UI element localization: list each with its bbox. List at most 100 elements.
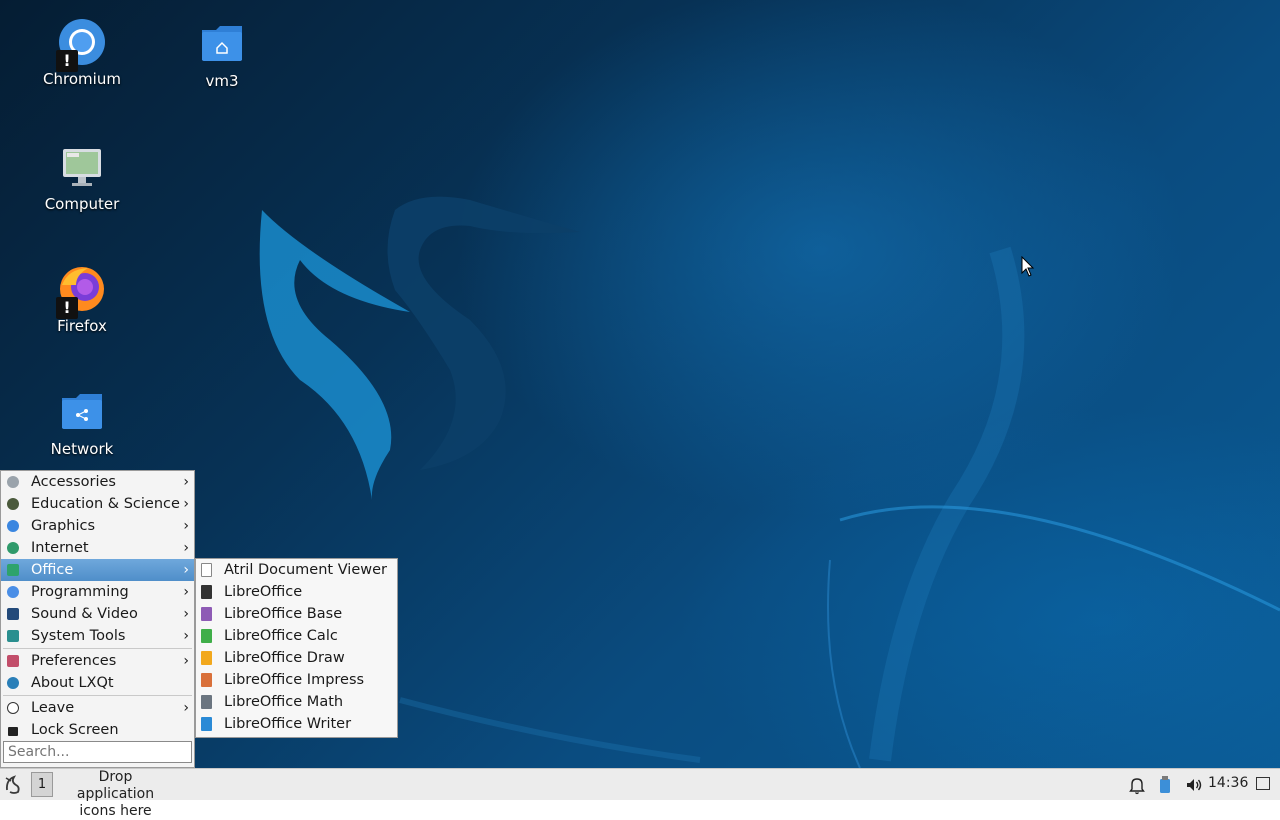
menu-item-label: Office bbox=[31, 562, 74, 578]
atril-icon bbox=[201, 563, 212, 577]
menu-item-label: About LXQt bbox=[31, 675, 114, 691]
office-submenu: Atril Document Viewer LibreOffice LibreO… bbox=[195, 558, 398, 738]
submenu-item-label: LibreOffice Base bbox=[224, 606, 343, 622]
menu-item-label: Leave bbox=[31, 700, 75, 716]
office-icon bbox=[7, 564, 19, 576]
desktop-icon-chromium[interactable]: ! Chromium bbox=[27, 18, 137, 88]
menu-item-office[interactable]: Office › bbox=[1, 559, 194, 581]
submenu-arrow-icon: › bbox=[183, 584, 189, 600]
menu-item-programming[interactable]: Programming › bbox=[1, 581, 194, 603]
quicklaunch-text-line2: icons here bbox=[79, 803, 152, 819]
education-icon bbox=[7, 498, 19, 510]
libreoffice-icon bbox=[201, 585, 212, 599]
menu-item-label: Accessories bbox=[31, 474, 116, 490]
accessories-icon bbox=[7, 476, 19, 488]
graphics-icon bbox=[7, 520, 19, 532]
libreoffice-draw-icon bbox=[201, 651, 212, 665]
menu-search-input[interactable] bbox=[3, 741, 192, 763]
notification-bell-icon[interactable] bbox=[1128, 774, 1146, 796]
submenu-item-libreoffice-writer[interactable]: LibreOffice Writer bbox=[196, 713, 397, 735]
submenu-item-label: LibreOffice bbox=[224, 584, 303, 600]
lxqt-start-menu-button[interactable] bbox=[2, 772, 26, 796]
taskbar: 1 Drop application icons here 14:36 bbox=[0, 768, 1280, 819]
quicklaunch-area[interactable]: Drop application icons here bbox=[58, 769, 173, 820]
menu-item-label: Preferences bbox=[31, 653, 117, 669]
submenu-arrow-icon: › bbox=[183, 540, 189, 556]
submenu-arrow-icon: › bbox=[183, 562, 189, 578]
libreoffice-calc-icon bbox=[201, 629, 212, 643]
preferences-icon bbox=[7, 655, 19, 667]
volume-icon[interactable] bbox=[1184, 774, 1204, 796]
submenu-item-libreoffice[interactable]: LibreOffice bbox=[196, 581, 397, 603]
desktop-icon-vm3[interactable]: vm3 bbox=[167, 20, 277, 90]
removable-media-icon[interactable] bbox=[1157, 774, 1173, 796]
submenu-item-label: LibreOffice Math bbox=[224, 694, 344, 710]
show-desktop-button[interactable] bbox=[1256, 777, 1270, 790]
submenu-item-atril[interactable]: Atril Document Viewer bbox=[196, 559, 397, 581]
submenu-arrow-icon: › bbox=[183, 496, 189, 512]
menu-item-label: Education & Science bbox=[31, 496, 180, 512]
lxqt-icon bbox=[7, 677, 19, 689]
menu-item-graphics[interactable]: Graphics › bbox=[1, 515, 194, 537]
home-folder-icon bbox=[198, 20, 246, 68]
desktop-icon-network[interactable]: Network bbox=[27, 388, 137, 458]
menu-item-about-lxqt[interactable]: About LXQt bbox=[1, 672, 194, 694]
submenu-arrow-icon: › bbox=[183, 628, 189, 644]
submenu-item-label: LibreOffice Impress bbox=[224, 672, 365, 688]
application-menu: Accessories › Education & Science › Grap… bbox=[0, 470, 195, 768]
libreoffice-writer-icon bbox=[201, 717, 212, 731]
desktop-icon-label: Chromium bbox=[43, 70, 121, 88]
submenu-item-libreoffice-math[interactable]: LibreOffice Math bbox=[196, 691, 397, 713]
menu-item-internet[interactable]: Internet › bbox=[1, 537, 194, 559]
submenu-arrow-icon: › bbox=[183, 474, 189, 490]
firefox-icon: ! bbox=[56, 265, 106, 319]
menu-item-label: System Tools bbox=[31, 628, 126, 644]
submenu-item-label: LibreOffice Writer bbox=[224, 716, 352, 732]
chromium-icon: ! bbox=[56, 18, 106, 72]
desktop-icon-label: Network bbox=[50, 440, 114, 458]
libreoffice-impress-icon bbox=[201, 673, 212, 687]
desktop-icon-label: Computer bbox=[44, 195, 120, 213]
menu-separator bbox=[3, 695, 192, 696]
submenu-item-libreoffice-draw[interactable]: LibreOffice Draw bbox=[196, 647, 397, 669]
menu-item-education-science[interactable]: Education & Science › bbox=[1, 493, 194, 515]
desktop-switch-button[interactable]: 1 bbox=[31, 772, 53, 797]
menu-item-preferences[interactable]: Preferences › bbox=[1, 650, 194, 672]
submenu-item-libreoffice-calc[interactable]: LibreOffice Calc bbox=[196, 625, 397, 647]
warning-badge: ! bbox=[56, 297, 78, 319]
internet-icon bbox=[7, 542, 19, 554]
menu-item-system-tools[interactable]: System Tools › bbox=[1, 625, 194, 647]
submenu-arrow-icon: › bbox=[183, 606, 189, 622]
menu-item-lock-screen[interactable]: Lock Screen bbox=[1, 719, 194, 741]
submenu-item-label: LibreOffice Draw bbox=[224, 650, 345, 666]
libreoffice-base-icon bbox=[201, 607, 212, 621]
menu-item-label: Programming bbox=[31, 584, 129, 600]
submenu-item-libreoffice-impress[interactable]: LibreOffice Impress bbox=[196, 669, 397, 691]
power-icon bbox=[7, 702, 19, 714]
desktop-icon-computer[interactable]: Computer bbox=[27, 143, 137, 213]
lock-icon bbox=[8, 727, 18, 736]
desktop-icon-label: Firefox bbox=[57, 317, 107, 335]
menu-separator bbox=[3, 648, 192, 649]
menu-item-leave[interactable]: Leave › bbox=[1, 697, 194, 719]
mouse-cursor-icon bbox=[1021, 256, 1035, 277]
submenu-arrow-icon: › bbox=[183, 653, 189, 669]
menu-item-label: Graphics bbox=[31, 518, 96, 534]
submenu-arrow-icon: › bbox=[183, 518, 189, 534]
quicklaunch-text-line1: Drop application bbox=[76, 769, 155, 802]
clock[interactable]: 14:36 bbox=[1208, 769, 1248, 797]
network-folder-icon bbox=[58, 388, 106, 436]
menu-item-accessories[interactable]: Accessories › bbox=[1, 471, 194, 493]
menu-item-label: Lock Screen bbox=[31, 722, 119, 738]
submenu-item-label: Atril Document Viewer bbox=[224, 562, 387, 578]
menu-item-label: Sound & Video bbox=[31, 606, 138, 622]
menu-item-sound-video[interactable]: Sound & Video › bbox=[1, 603, 194, 625]
system-tools-icon bbox=[7, 630, 19, 642]
desktop-icon-firefox[interactable]: ! Firefox bbox=[27, 265, 137, 335]
submenu-arrow-icon: › bbox=[183, 700, 189, 716]
computer-icon bbox=[58, 143, 106, 191]
submenu-item-label: LibreOffice Calc bbox=[224, 628, 338, 644]
sound-video-icon bbox=[7, 608, 19, 620]
submenu-item-libreoffice-base[interactable]: LibreOffice Base bbox=[196, 603, 397, 625]
menu-item-label: Internet bbox=[31, 540, 89, 556]
